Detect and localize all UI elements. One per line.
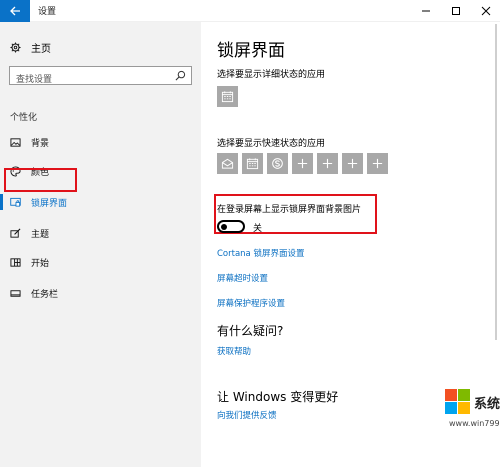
back-arrow-icon: [10, 6, 20, 16]
back-button[interactable]: [0, 0, 30, 22]
improve-windows-heading: 让 Windows 变得更好: [217, 390, 339, 404]
plus-icon: [347, 158, 358, 169]
quick-status-tile-add-1[interactable]: [292, 153, 313, 174]
search-icon[interactable]: [175, 70, 186, 81]
start-grid-icon: [10, 257, 21, 267]
highlight-box-sidebar: [4, 168, 77, 192]
picture-icon: [10, 137, 21, 147]
sidebar-item-label: 背景: [31, 138, 50, 149]
search-box[interactable]: [9, 66, 192, 89]
watermark-brand: 系统粉: [474, 397, 500, 412]
sidebar-item-label: 任务栏: [31, 289, 59, 300]
lockscreen-background-toggle-label: 在登录屏幕上显示锁屏界面背景图片: [217, 205, 362, 215]
title-bar: 设置: [0, 0, 500, 22]
mail-icon: [221, 158, 234, 169]
quick-status-tile-add-3[interactable]: [342, 153, 363, 174]
minimize-icon: [422, 10, 430, 12]
screen-timeout-settings-link[interactable]: 屏幕超时设置: [217, 272, 268, 284]
quick-status-tile-calendar[interactable]: [242, 153, 263, 174]
lock-screen-icon: [10, 197, 21, 207]
quick-status-tile-mail[interactable]: [217, 153, 238, 174]
minimize-button[interactable]: [412, 0, 440, 22]
brush-icon: [10, 228, 21, 238]
plus-icon: [372, 158, 383, 169]
maximize-button[interactable]: [442, 0, 470, 22]
detailed-status-app-tile[interactable]: [217, 86, 238, 107]
close-button[interactable]: [472, 0, 500, 22]
active-indicator: [0, 194, 3, 210]
plus-icon: [322, 158, 333, 169]
calendar-icon: [246, 158, 259, 170]
sidebar-item-taskbar[interactable]: 任务栏: [0, 282, 201, 304]
screensaver-settings-link[interactable]: 屏幕保护程序设置: [217, 297, 285, 309]
questions-heading: 有什么疑问?: [217, 324, 284, 338]
taskbar-icon: [10, 289, 21, 297]
plus-icon: [297, 158, 308, 169]
calendar-icon: [221, 91, 234, 103]
sidebar-item-home[interactable]: 主页: [10, 40, 51, 55]
windows-logo-icon: [445, 389, 471, 415]
scrollbar[interactable]: [495, 24, 497, 340]
sidebar-item-themes[interactable]: 主题: [0, 222, 201, 244]
quick-status-tile-add-2[interactable]: [317, 153, 338, 174]
sidebar-item-label: 锁屏界面: [31, 198, 68, 209]
sidebar-item-label: 开始: [31, 258, 50, 269]
watermark: 系统粉 www.win7999.com: [445, 389, 500, 467]
quick-status-tile-add-4[interactable]: [367, 153, 388, 174]
maximize-icon: [452, 7, 460, 15]
window-title: 设置: [38, 7, 57, 17]
quick-status-label: 选择要显示快速状态的应用: [217, 139, 326, 149]
get-help-link[interactable]: 获取帮助: [217, 345, 251, 357]
sidebar: 主页 个性化 背景 颜色 锁屏界面 主题 开始 任务栏: [0, 22, 201, 467]
sidebar-item-label: 主题: [31, 229, 50, 240]
search-input[interactable]: [10, 71, 160, 89]
watermark-url: www.win7999.com: [449, 419, 500, 428]
toggle-state-text: 关: [253, 224, 263, 234]
give-feedback-link[interactable]: 向我们提供反馈: [217, 409, 277, 421]
section-label-personalization: 个性化: [10, 113, 38, 123]
home-label: 主页: [31, 44, 51, 55]
gear-icon: [10, 42, 21, 53]
sidebar-item-start[interactable]: 开始: [0, 251, 201, 273]
lockscreen-background-toggle[interactable]: [217, 220, 245, 233]
sidebar-item-background[interactable]: 背景: [0, 131, 201, 153]
toggle-knob: [221, 224, 227, 230]
sidebar-item-lock-screen[interactable]: 锁屏界面: [0, 191, 201, 213]
detailed-status-label: 选择要显示详细状态的应用: [217, 70, 326, 80]
skype-icon: [272, 158, 283, 169]
cortana-lockscreen-settings-link[interactable]: Cortana 锁屏界面设置: [217, 247, 304, 259]
close-icon: [481, 6, 491, 16]
quick-status-tile-skype[interactable]: [267, 153, 288, 174]
page-title: 锁屏界面: [217, 41, 285, 61]
